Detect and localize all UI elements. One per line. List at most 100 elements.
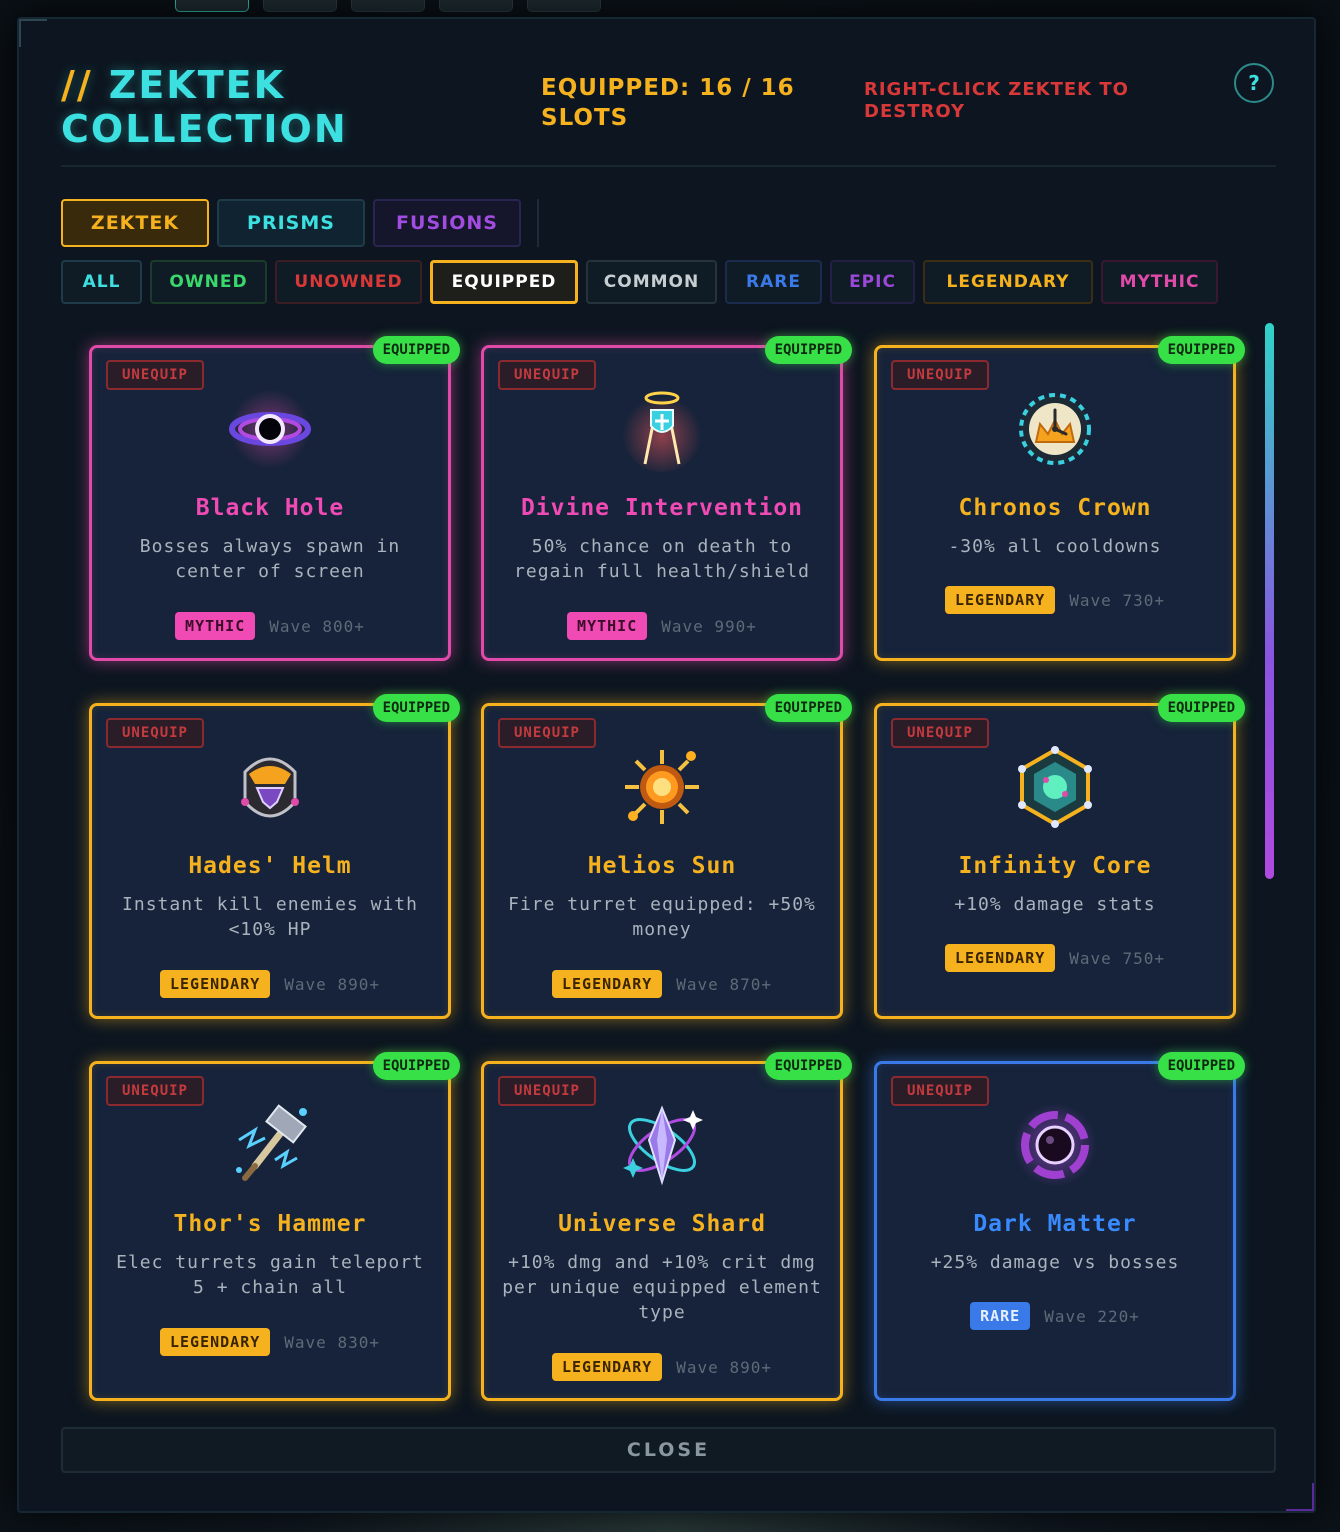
- rarity-badge: LEGENDARY: [552, 970, 663, 998]
- clock-crown-icon: [1019, 393, 1091, 465]
- equipped-badge: EQUIPPED: [1157, 1052, 1245, 1080]
- zektek-card-infinity-core[interactable]: UNEQUIP EQUIPPED Infinity Core +10% dama…: [874, 694, 1245, 1019]
- equipped-badge: EQUIPPED: [372, 1052, 460, 1080]
- equipped-badge: EQUIPPED: [372, 694, 460, 722]
- card-footer: LEGENDARY Wave 730+: [877, 586, 1233, 614]
- filter-mythic[interactable]: MYTHIC: [1101, 260, 1218, 304]
- wave-requirement: Wave 990+: [661, 616, 757, 636]
- unequip-button[interactable]: UNEQUIP: [891, 360, 989, 390]
- angel-shield-icon: [622, 391, 702, 472]
- equipped-count-unit: SLOTS: [541, 105, 629, 131]
- wave-requirement: Wave 870+: [676, 974, 772, 994]
- corner-decoration: [1286, 1483, 1314, 1511]
- card-name: Helios Sun: [587, 853, 737, 879]
- speed-chip: [263, 0, 337, 12]
- unequip-button[interactable]: UNEQUIP: [498, 718, 596, 748]
- destroy-hint: RIGHT-CLICK ZEKTEK TO DESTROY: [864, 79, 1184, 123]
- background-game-toolbar: [0, 0, 1340, 14]
- wave-requirement: Wave 890+: [284, 974, 380, 994]
- zektek-card-universe-shard[interactable]: UNEQUIP EQUIPPED Universe Shard +10% dmg…: [481, 1052, 852, 1401]
- unequip-button[interactable]: UNEQUIP: [498, 1076, 596, 1106]
- card-description: +10% dmg and +10% crit dmg per unique eq…: [502, 1252, 822, 1323]
- wave-requirement: Wave 750+: [1069, 948, 1165, 968]
- zektek-card-helios-sun[interactable]: UNEQUIP EQUIPPED Helios Sun Fire turret …: [481, 694, 852, 1019]
- scrollbar[interactable]: [1265, 323, 1274, 879]
- card-description: Instant kill enemies with <10% HP: [122, 894, 418, 940]
- page-title: // ZEKTEK COLLECTION: [61, 63, 348, 151]
- zektek-card-divine-intervention[interactable]: UNEQUIP EQUIPPED Divine Intervention 50%…: [481, 336, 852, 661]
- equipped-badge: EQUIPPED: [764, 694, 852, 722]
- zektek-collection-modal: // ZEKTEK COLLECTION EQUIPPED: 16 / 16 SL…: [17, 17, 1316, 1513]
- unequip-button[interactable]: UNEQUIP: [891, 1076, 989, 1106]
- tab-prisms[interactable]: PRISMS: [217, 199, 365, 247]
- rarity-badge: MYTHIC: [567, 612, 648, 640]
- filter-epic[interactable]: EPIC: [830, 260, 915, 304]
- hex-core-icon: [1018, 746, 1092, 828]
- speed-chip: [175, 0, 249, 12]
- card-name: Universe Shard: [558, 1211, 766, 1237]
- card-footer: MYTHIC Wave 990+: [484, 612, 840, 640]
- filter-rare[interactable]: RARE: [725, 260, 822, 304]
- destroy-hint-line-2: DESTROY: [864, 101, 966, 122]
- card-footer: LEGENDARY Wave 830+: [92, 1328, 448, 1356]
- card-description: -30% all cooldowns: [948, 536, 1162, 557]
- filter-unowned[interactable]: UNOWNED: [275, 260, 422, 304]
- rarity-badge: LEGENDARY: [945, 586, 1056, 614]
- card-footer: LEGENDARY Wave 870+: [484, 970, 840, 998]
- speed-chip: [527, 0, 601, 12]
- equipped-badge: EQUIPPED: [764, 1052, 852, 1080]
- card-name: Black Hole: [195, 495, 345, 521]
- filter-equipped[interactable]: EQUIPPED: [430, 260, 578, 304]
- help-button[interactable]: ?: [1234, 63, 1274, 103]
- card-footer: LEGENDARY Wave 890+: [92, 970, 448, 998]
- rarity-badge: LEGENDARY: [552, 1353, 663, 1381]
- close-button[interactable]: CLOSE: [61, 1427, 1276, 1473]
- card-name: Thor's Hammer: [173, 1211, 367, 1237]
- card-name: Infinity Core: [958, 853, 1152, 879]
- unequip-button[interactable]: UNEQUIP: [498, 360, 596, 390]
- tab-zektek[interactable]: ZEKTEK: [61, 199, 209, 247]
- equipped-badge: EQUIPPED: [1157, 336, 1245, 364]
- card-description: 50% chance on death to regain full healt…: [514, 536, 810, 582]
- tab-fusions[interactable]: FUSIONS: [373, 199, 521, 247]
- destroy-hint-line-1: RIGHT-CLICK ZEKTEK TO: [864, 79, 1129, 100]
- corner-decoration: [19, 19, 47, 47]
- zektek-card-thors-hammer[interactable]: UNEQUIP EQUIPPED Thor's Hammer Elec turr…: [89, 1052, 460, 1401]
- black-hole-icon: [229, 389, 311, 469]
- speed-chip: [351, 0, 425, 12]
- zektek-card-chronos-crown[interactable]: UNEQUIP EQUIPPED Chronos Crown -30% all …: [874, 336, 1245, 661]
- zektek-card-dark-matter[interactable]: UNEQUIP EQUIPPED Dark Matter +25% damage…: [874, 1052, 1245, 1401]
- rarity-badge: RARE: [970, 1302, 1031, 1330]
- unequip-button[interactable]: UNEQUIP: [106, 360, 204, 390]
- equipped-count-text: EQUIPPED: 16 / 16: [541, 75, 795, 101]
- card-footer: LEGENDARY Wave 750+: [877, 944, 1233, 972]
- card-footer: RARE Wave 220+: [877, 1302, 1233, 1330]
- card-name: Dark Matter: [973, 1211, 1137, 1237]
- wave-requirement: Wave 730+: [1069, 590, 1165, 610]
- card-name: Divine Intervention: [520, 495, 804, 521]
- equipped-slots-counter: EQUIPPED: 16 / 16 SLOTS: [541, 73, 841, 133]
- dark-orb-icon: [1013, 1103, 1097, 1187]
- card-footer: MYTHIC Wave 800+: [92, 612, 448, 640]
- wave-requirement: Wave 220+: [1044, 1306, 1140, 1326]
- card-name: Hades' Helm: [188, 853, 352, 879]
- wave-requirement: Wave 800+: [269, 616, 365, 636]
- rarity-badge: LEGENDARY: [160, 970, 271, 998]
- unequip-button[interactable]: UNEQUIP: [106, 1076, 204, 1106]
- unequip-button[interactable]: UNEQUIP: [891, 718, 989, 748]
- card-footer: LEGENDARY Wave 890+: [484, 1353, 840, 1381]
- equipped-badge: EQUIPPED: [372, 336, 460, 364]
- filter-legendary[interactable]: LEGENDARY: [923, 260, 1093, 304]
- filter-bar: ALL OWNED UNOWNED EQUIPPED COMMON RARE E…: [61, 260, 1218, 304]
- zektek-card-black-hole[interactable]: UNEQUIP EQUIPPED Black Hole Bosses alway…: [89, 336, 460, 661]
- crystal-shard-icon: [623, 1105, 703, 1186]
- zektek-card-hades-helm[interactable]: UNEQUIP EQUIPPED Hades' Helm Instant kil…: [89, 694, 460, 1019]
- title-line-1: ZEKTEK: [108, 63, 286, 107]
- unequip-button[interactable]: UNEQUIP: [106, 718, 204, 748]
- filter-common[interactable]: COMMON: [586, 260, 717, 304]
- wave-requirement: Wave 890+: [676, 1357, 772, 1377]
- equipped-badge: EQUIPPED: [764, 336, 852, 364]
- filter-owned[interactable]: OWNED: [150, 260, 267, 304]
- sun-icon: [625, 750, 699, 824]
- filter-all[interactable]: ALL: [61, 260, 142, 304]
